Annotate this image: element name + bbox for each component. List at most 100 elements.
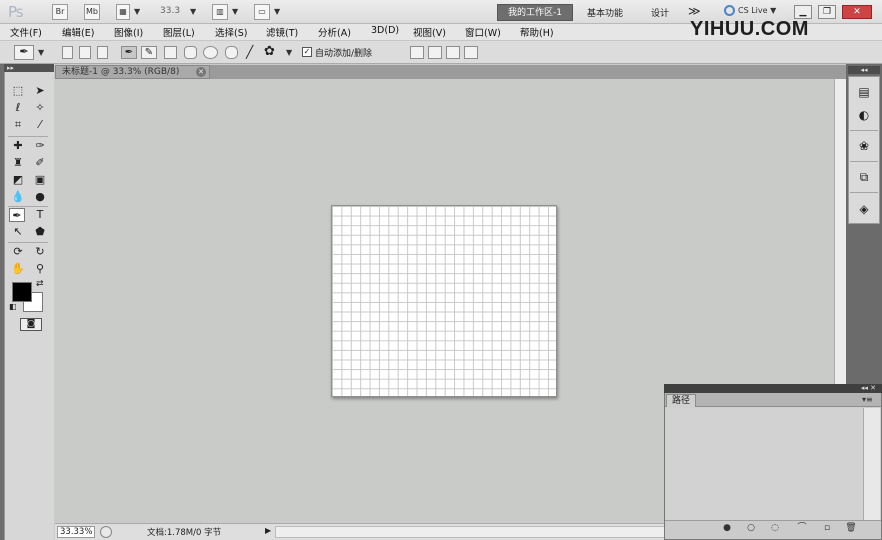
- delete-path-icon[interactable]: 🗑: [844, 522, 858, 534]
- pen-preset-icon[interactable]: ✒: [14, 45, 34, 60]
- minimize-button[interactable]: ▁: [794, 5, 812, 19]
- menu-window[interactable]: 窗口(W): [465, 25, 501, 39]
- chevron-down-icon[interactable]: ▼: [274, 7, 280, 16]
- menu-edit[interactable]: 编辑(E): [62, 25, 94, 39]
- eyedropper-icon[interactable]: ⁄: [32, 118, 48, 132]
- load-selection-icon[interactable]: ◌: [768, 522, 782, 534]
- menu-layer[interactable]: 图层(L): [163, 25, 195, 39]
- workspace-essentials-button[interactable]: 基本功能: [587, 6, 623, 19]
- chevron-down-icon[interactable]: ▼: [190, 7, 196, 16]
- paths-list[interactable]: [667, 408, 863, 520]
- custom-shape-icon[interactable]: ✿: [264, 44, 275, 59]
- histogram-icon[interactable]: ▤: [852, 80, 876, 104]
- panel-menu-icon[interactable]: ▾≡: [862, 395, 873, 404]
- tools-panel-grip[interactable]: ▸▸: [4, 64, 54, 72]
- marquee-icon[interactable]: ⬚: [10, 84, 26, 98]
- paths-panel-grip[interactable]: ◂◂ ✕: [664, 384, 882, 393]
- color-icon[interactable]: ◐: [852, 103, 876, 127]
- lasso-icon[interactable]: ℓ: [10, 101, 26, 115]
- layers-icon[interactable]: ◈: [852, 197, 876, 221]
- make-path-icon[interactable]: ⌒: [792, 522, 812, 534]
- eraser-icon[interactable]: ◩: [10, 173, 26, 187]
- foreground-color-swatch[interactable]: [12, 282, 32, 302]
- triangle-right-icon[interactable]: ▶: [265, 526, 271, 535]
- zoom-icon[interactable]: ⚲: [32, 262, 48, 276]
- workspace-design-button[interactable]: 设计: [651, 6, 669, 19]
- site-watermark: YIHUU.COM: [690, 18, 809, 40]
- path-exclude-icon[interactable]: [464, 46, 478, 59]
- paths-mode-icon[interactable]: [79, 46, 91, 59]
- styles-icon[interactable]: ❀: [852, 134, 876, 158]
- mini-bridge-icon[interactable]: Mb: [84, 4, 100, 20]
- history-brush-icon[interactable]: ✐: [32, 156, 48, 170]
- panel-dock-grip[interactable]: ◂◂: [848, 66, 880, 74]
- clone-stamp-icon[interactable]: ♜: [10, 156, 26, 170]
- 3d-rotate-icon[interactable]: ⟳: [10, 245, 26, 259]
- restore-button[interactable]: ❐: [818, 5, 836, 19]
- menu-image[interactable]: 图像(I): [114, 25, 143, 39]
- dock-divider: [850, 192, 878, 193]
- close-button[interactable]: ✕: [842, 5, 872, 19]
- shape-icon[interactable]: ⬟: [32, 225, 48, 239]
- quick-mask-icon[interactable]: ◙: [20, 318, 42, 331]
- crop-icon[interactable]: ⌗: [10, 118, 26, 132]
- default-colors-icon[interactable]: ◧: [9, 302, 17, 311]
- screen-mode-icon[interactable]: ▭: [254, 4, 270, 20]
- stroke-path-icon[interactable]: ○: [744, 522, 758, 534]
- menu-3d[interactable]: 3D(D): [371, 25, 399, 36]
- path-combine-add-icon[interactable]: [410, 46, 424, 59]
- brush-icon[interactable]: ✑: [32, 139, 48, 153]
- type-icon[interactable]: T: [32, 208, 48, 222]
- fill-pixels-icon[interactable]: [97, 46, 108, 59]
- rounded-rectangle-icon[interactable]: [184, 46, 197, 59]
- close-icon[interactable]: ✕: [196, 67, 206, 77]
- zoom-level-select[interactable]: 33.3: [160, 6, 180, 16]
- document-canvas-grid[interactable]: [331, 205, 557, 397]
- pen-tool-option-icon[interactable]: ✒: [121, 46, 137, 59]
- new-path-icon[interactable]: ▫: [820, 522, 834, 534]
- pen-icon[interactable]: ✒: [9, 208, 25, 222]
- menu-help[interactable]: 帮助(H): [520, 25, 554, 39]
- adjustments-icon[interactable]: ⧉: [852, 165, 876, 189]
- 3d-orbit-icon[interactable]: ↻: [32, 245, 48, 259]
- blur-icon[interactable]: 💧: [10, 190, 26, 204]
- move-icon[interactable]: ➤: [32, 84, 48, 98]
- paths-scrollbar[interactable]: [863, 408, 880, 520]
- rectangle-shape-icon[interactable]: [164, 46, 177, 59]
- quick-select-icon[interactable]: ✧: [32, 101, 48, 115]
- ellipse-shape-icon[interactable]: [203, 46, 218, 59]
- menu-view[interactable]: 视图(V): [413, 25, 446, 39]
- menu-file[interactable]: 文件(F): [10, 25, 42, 39]
- bridge-icon[interactable]: Br: [52, 4, 68, 20]
- path-select-icon[interactable]: ↖: [10, 225, 26, 239]
- workspace-my-workspace-button[interactable]: 我的工作区-1: [497, 4, 573, 21]
- arrange-documents-icon[interactable]: ▥: [212, 4, 228, 20]
- spot-heal-icon[interactable]: ✚: [10, 139, 26, 153]
- hand-icon[interactable]: ✋: [10, 262, 26, 276]
- path-subtract-icon[interactable]: [428, 46, 442, 59]
- document-tab[interactable]: 未标题-1 @ 33.3% (RGB/8) ✕: [55, 65, 210, 79]
- chevron-down-icon[interactable]: ▼: [134, 7, 140, 16]
- more-workspaces-button[interactable]: ≫: [688, 4, 701, 18]
- status-menu-icon[interactable]: [100, 526, 112, 538]
- chevron-down-icon[interactable]: ▼: [38, 48, 44, 57]
- shape-layers-icon[interactable]: [62, 46, 73, 59]
- chevron-down-icon[interactable]: ▼: [286, 48, 292, 57]
- menu-select[interactable]: 选择(S): [215, 25, 247, 39]
- cs-live-button[interactable]: CS Live ▼: [724, 5, 776, 16]
- fill-path-icon[interactable]: ●: [720, 522, 734, 534]
- tab-paths[interactable]: 路径: [666, 394, 696, 407]
- zoom-field[interactable]: 33.33%: [57, 526, 95, 538]
- line-shape-icon[interactable]: ╱: [246, 45, 253, 59]
- menu-filter[interactable]: 滤镜(T): [266, 25, 298, 39]
- auto-add-delete-checkbox[interactable]: ✓: [302, 47, 312, 57]
- polygon-shape-icon[interactable]: [225, 46, 238, 59]
- swap-colors-icon[interactable]: ⇄: [36, 279, 44, 289]
- path-intersect-icon[interactable]: [446, 46, 460, 59]
- view-extras-icon[interactable]: ▦: [116, 4, 130, 20]
- dodge-icon[interactable]: ●: [32, 190, 48, 204]
- freeform-pen-icon[interactable]: ✎: [141, 46, 157, 59]
- chevron-down-icon[interactable]: ▼: [232, 7, 238, 16]
- menu-analysis[interactable]: 分析(A): [318, 25, 351, 39]
- gradient-icon[interactable]: ▣: [32, 173, 48, 187]
